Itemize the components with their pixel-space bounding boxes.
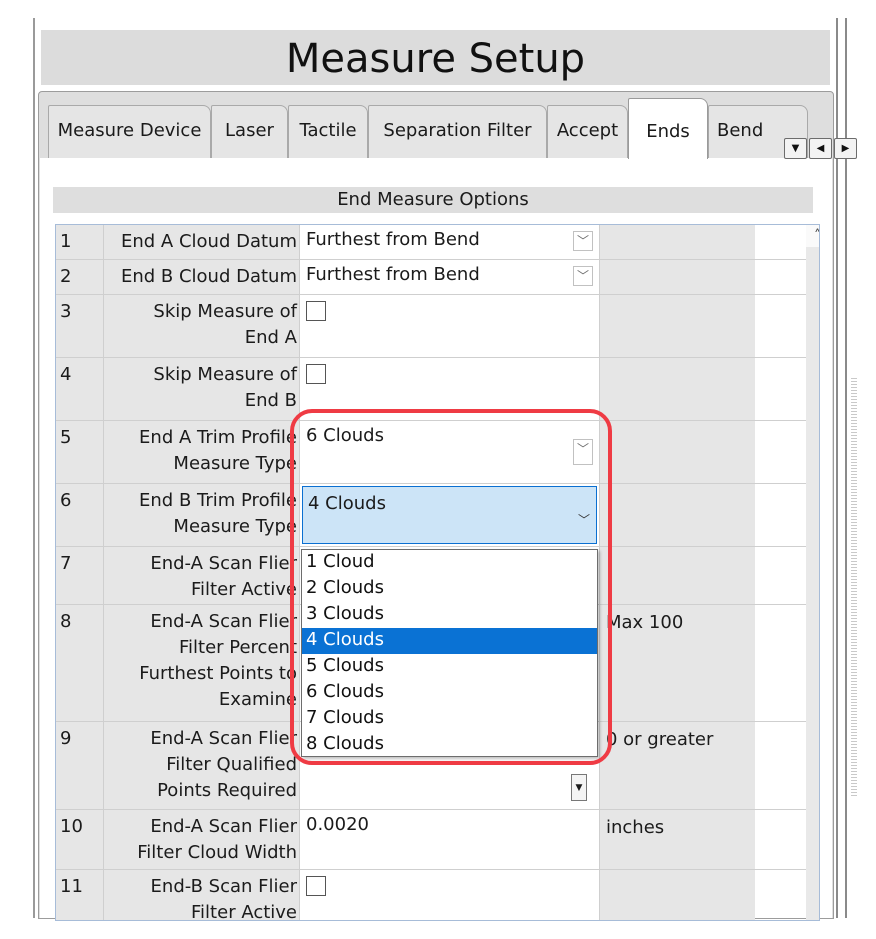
row-unit (600, 547, 755, 604)
end-b-flier-filter-active-checkbox[interactable] (306, 876, 326, 896)
row-label: End-A Scan Flier Filter Active (104, 547, 300, 604)
tab-accept[interactable]: Accept (547, 105, 628, 158)
row-unit (600, 484, 755, 546)
tab-scroll-left-icon[interactable]: ◀ (809, 138, 832, 159)
skip-measure-end-a-cell (300, 295, 600, 357)
row-number: 8 (56, 605, 104, 721)
dropdown-option-selected[interactable]: 4 Clouds (302, 628, 597, 654)
chevron-down-icon[interactable]: ﹀ (573, 266, 593, 286)
flier-filter-cloud-width-input[interactable]: 0.0020 (300, 810, 600, 869)
row-label: Skip Measure of End A (104, 295, 300, 357)
window-frame-left (33, 18, 35, 918)
row-number: 3 (56, 295, 104, 357)
dropdown-option[interactable]: 7 Clouds (302, 706, 597, 732)
row-number: 1 (56, 225, 104, 259)
dropdown-option[interactable]: 8 Clouds (302, 732, 597, 758)
chevron-down-icon[interactable]: ﹀ (578, 507, 590, 533)
row-number: 7 (56, 547, 104, 604)
row-unit: Max 100 (600, 605, 755, 721)
table-row: 2 End B Cloud Datum Furthest from Bend ﹀ (56, 260, 806, 295)
tab-ends[interactable]: Ends (628, 98, 708, 159)
select-value: 4 Clouds (308, 493, 386, 514)
select-focus-box: 4 Clouds ﹀ (302, 486, 597, 544)
scroll-up-icon[interactable]: ˄ (806, 225, 819, 247)
row-number: 10 (56, 810, 104, 869)
end-b-cloud-datum-select[interactable]: Furthest from Bend ﹀ (300, 260, 600, 294)
table-row: 5 End A Trim Profile Measure Type 6 Clou… (56, 421, 806, 484)
row-number: 4 (56, 358, 104, 420)
row-unit (600, 870, 755, 920)
row-label: End-A Scan Flier Filter Percent Furthest… (104, 605, 300, 721)
row-label: End-A Scan Flier Filter Qualified Points… (104, 722, 300, 809)
tab-list-dropdown-icon[interactable]: ▼ (784, 138, 807, 159)
dropdown-option[interactable]: 1 Cloud (302, 550, 597, 576)
end-b-flier-filter-active-cell (300, 870, 600, 920)
ends-tab-page: End Measure Options 1 End A Cloud Datum … (40, 158, 832, 921)
end-a-trim-profile-select[interactable]: 6 Clouds ﹀ (300, 421, 600, 483)
row-unit: 0 or greater (600, 722, 755, 809)
select-value: Furthest from Bend (306, 229, 480, 250)
table-row: 4 Skip Measure of End B (56, 358, 806, 421)
clouds-dropdown-list: 1 Cloud 2 Clouds 3 Clouds 4 Clouds 5 Clo… (301, 549, 598, 757)
chevron-down-icon[interactable]: ﹀ (573, 231, 593, 251)
select-value: 6 Clouds (306, 425, 384, 446)
row-label: End A Cloud Datum (104, 225, 300, 259)
spinner-down-icon[interactable]: ▼ (571, 774, 587, 801)
tab-panel: Measure Device Laser Tactile Separation … (38, 91, 857, 921)
row-unit (600, 260, 755, 294)
end-b-trim-profile-select[interactable]: 4 Clouds ﹀ (300, 484, 600, 546)
row-number: 2 (56, 260, 104, 294)
page-title: Measure Setup (41, 30, 830, 85)
tab-scroll-controls: ▼ ◀ ▶ (784, 138, 857, 159)
tab-scroll-right-icon[interactable]: ▶ (834, 138, 857, 159)
row-number: 6 (56, 484, 104, 546)
section-header: End Measure Options (53, 187, 813, 213)
skip-measure-end-b-checkbox[interactable] (306, 364, 326, 384)
row-label: End-A Scan Flier Filter Cloud Width (104, 810, 300, 869)
skip-measure-end-a-checkbox[interactable] (306, 301, 326, 321)
row-number: 9 (56, 722, 104, 809)
table-row: 1 End A Cloud Datum Furthest from Bend ﹀ (56, 225, 806, 260)
row-unit (600, 295, 755, 357)
vertical-scrollbar[interactable]: ˄ (806, 225, 819, 920)
row-number: 11 (56, 870, 104, 920)
row-unit (600, 421, 755, 483)
table-row: 3 Skip Measure of End A (56, 295, 806, 358)
skip-measure-end-b-cell (300, 358, 600, 420)
tab-strip: Measure Device Laser Tactile Separation … (48, 98, 857, 159)
tab-tactile[interactable]: Tactile (288, 105, 368, 158)
row-number: 5 (56, 421, 104, 483)
chevron-down-icon[interactable]: ﹀ (573, 439, 593, 465)
end-a-cloud-datum-select[interactable]: Furthest from Bend ﹀ (300, 225, 600, 259)
tab-measure-device[interactable]: Measure Device (48, 105, 211, 158)
splitter-grip[interactable] (851, 378, 857, 798)
row-label: Skip Measure of End B (104, 358, 300, 420)
table-row: 6 End B Trim Profile Measure Type 4 Clou… (56, 484, 806, 547)
row-label: End-B Scan Flier Filter Active (104, 870, 300, 920)
table-row: 11 End-B Scan Flier Filter Active (56, 870, 806, 920)
row-unit: inches (600, 810, 755, 869)
dropdown-option[interactable]: 2 Clouds (302, 576, 597, 602)
row-unit (600, 358, 755, 420)
tab-laser[interactable]: Laser (211, 105, 288, 158)
row-label: End B Cloud Datum (104, 260, 300, 294)
row-label: End B Trim Profile Measure Type (104, 484, 300, 546)
table-row: 10 End-A Scan Flier Filter Cloud Width 0… (56, 810, 806, 870)
row-unit (600, 225, 755, 259)
tab-separation-filter[interactable]: Separation Filter (368, 105, 547, 158)
row-label: End A Trim Profile Measure Type (104, 421, 300, 483)
dropdown-option[interactable]: 3 Clouds (302, 602, 597, 628)
dropdown-option[interactable]: 5 Clouds (302, 654, 597, 680)
select-value: Furthest from Bend (306, 264, 480, 285)
dropdown-option[interactable]: 6 Clouds (302, 680, 597, 706)
